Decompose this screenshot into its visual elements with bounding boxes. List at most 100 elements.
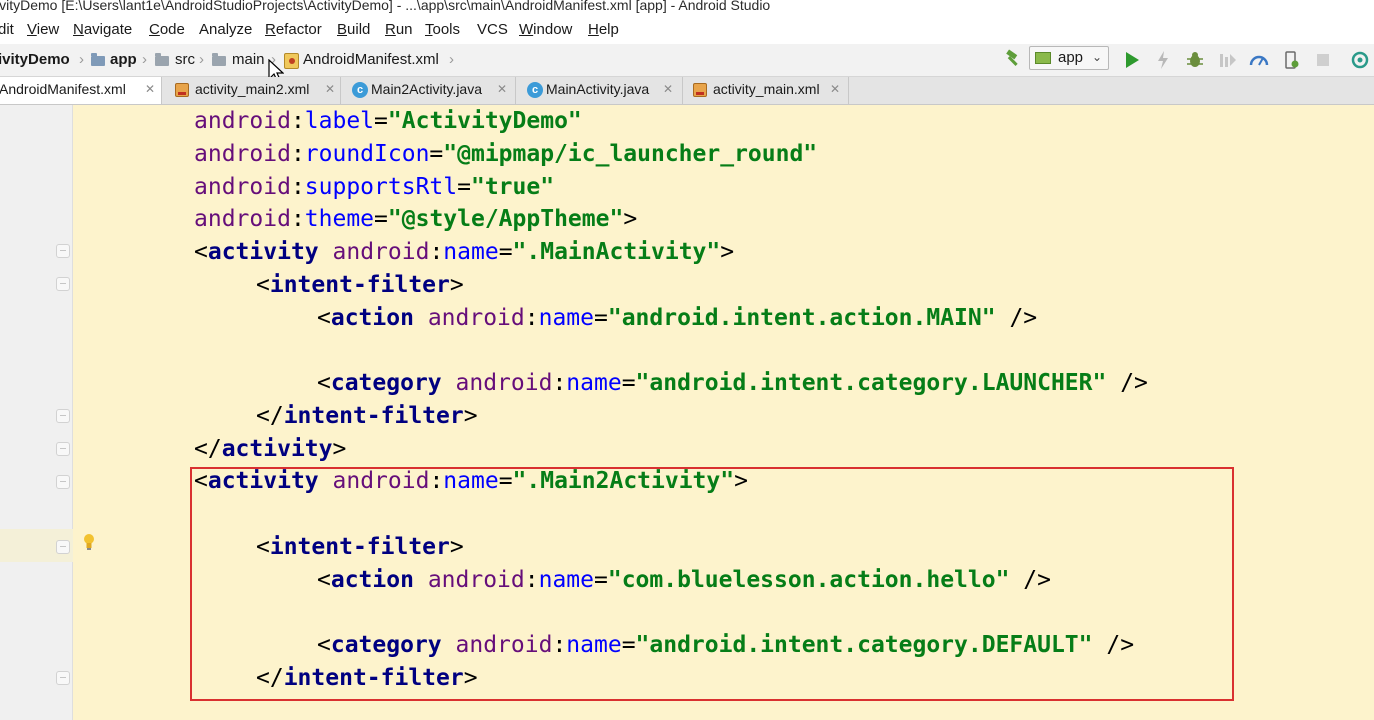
code-token: = <box>621 370 636 396</box>
code-token: < <box>256 272 270 298</box>
tab-label: activity_main.xml <box>713 81 820 97</box>
menu-run[interactable]: Run <box>385 21 413 38</box>
code-line: </activity> <box>194 433 346 466</box>
code-line: android:label="ActivityDemo" <box>194 105 582 138</box>
code-token: intent-filter <box>269 272 450 298</box>
coverage-icon[interactable] <box>1217 50 1237 70</box>
code-token: = <box>594 305 608 331</box>
lightbulb-icon[interactable] <box>82 533 96 551</box>
chevron-down-icon: ⌄ <box>1091 50 1102 64</box>
code-token: < <box>317 370 331 396</box>
menu-window[interactable]: Window <box>519 21 572 38</box>
sync-icon[interactable] <box>1350 50 1370 70</box>
code-line: <category android:name="android.intent.c… <box>317 367 1148 400</box>
code-token: "@mipmap/ic_launcher_round" <box>443 141 818 167</box>
code-line: <activity android:name=".MainActivity"> <box>194 236 734 269</box>
menu-vcs[interactable]: VCS <box>477 21 508 38</box>
menu-analyze[interactable]: Analyze <box>199 21 252 38</box>
tab-androidmanifest[interactable]: AndroidManifest.xml ✕ <box>0 77 162 104</box>
breadcrumb-src[interactable]: src <box>175 51 195 68</box>
close-icon[interactable]: ✕ <box>325 82 335 96</box>
menu-build[interactable]: Build <box>337 21 370 38</box>
code-token: label <box>304 108 375 134</box>
menu-navigate[interactable]: Navigate <box>73 21 132 38</box>
code-editor[interactable]: android:label="ActivityDemo" android:rou… <box>0 105 1374 720</box>
java-class-icon: c <box>527 82 543 98</box>
hammer-icon[interactable] <box>1003 49 1023 69</box>
close-icon[interactable]: ✕ <box>663 82 673 96</box>
code-token: android <box>427 305 525 331</box>
code-token: "@style/AppTheme" <box>387 206 624 232</box>
code-token: "true" <box>470 174 555 200</box>
close-icon[interactable]: ✕ <box>145 82 155 96</box>
run-icon[interactable] <box>1122 50 1142 70</box>
code-line: <action android:name="android.intent.act… <box>317 302 1037 335</box>
menu-refactor[interactable]: Refactor <box>265 21 322 38</box>
stop-icon[interactable] <box>1313 50 1333 70</box>
src-folder-icon <box>155 53 169 66</box>
breadcrumb-module[interactable]: app <box>110 51 137 68</box>
code-token: "android.intent.category.LAUNCHER" <box>635 370 1107 396</box>
fold-marker[interactable] <box>56 475 70 489</box>
fold-marker[interactable] <box>56 442 70 456</box>
code-token: activity <box>221 436 333 462</box>
fold-marker[interactable] <box>56 409 70 423</box>
breadcrumb-project[interactable]: ivityDemo <box>0 51 70 68</box>
code-token: "ActivityDemo" <box>387 108 582 134</box>
code-token: </ <box>256 403 284 429</box>
menu-code[interactable]: Code <box>149 21 185 38</box>
breadcrumb-main[interactable]: main <box>232 51 265 68</box>
code-token: = <box>457 174 471 200</box>
code-token: activity <box>207 239 319 265</box>
code-token: supportsRtl <box>304 174 458 200</box>
profile-icon[interactable] <box>1249 50 1269 70</box>
run-configuration-select[interactable]: app ⌄ <box>1029 46 1109 70</box>
editor-tab-bar: AndroidManifest.xml ✕ activity_main2.xml… <box>0 77 1374 105</box>
code-token: action <box>330 305 414 331</box>
android-studio-window: ivityDemo [E:\Users\lant1e\AndroidStudio… <box>0 0 1374 720</box>
attach-debugger-icon[interactable] <box>1281 50 1301 70</box>
code-token: name <box>566 370 622 396</box>
code-token: : <box>552 370 567 396</box>
code-token: = <box>498 239 513 265</box>
menu-edit[interactable]: dit <box>0 21 14 38</box>
code-token: = <box>374 108 388 134</box>
tab-main2activity-java[interactable]: c Main2Activity.java ✕ <box>341 77 516 104</box>
menu-tools[interactable]: Tools <box>425 21 460 38</box>
menu-view[interactable]: View <box>27 21 59 38</box>
code-token: : <box>290 141 305 167</box>
tab-activity-main2-xml[interactable]: activity_main2.xml ✕ <box>162 77 341 104</box>
code-token: > <box>720 239 735 265</box>
code-token: android <box>194 108 291 134</box>
fold-marker[interactable] <box>56 244 70 258</box>
code-token: ".MainActivity" <box>512 239 721 265</box>
tab-label: activity_main2.xml <box>195 81 310 97</box>
xml-file-icon <box>175 83 189 97</box>
tab-activity-main-xml[interactable]: activity_main.xml ✕ <box>683 77 849 104</box>
menu-help[interactable]: Help <box>588 21 619 38</box>
breadcrumb-file[interactable]: AndroidManifest.xml <box>303 51 439 68</box>
close-icon[interactable]: ✕ <box>830 82 840 96</box>
code-token: : <box>290 206 305 232</box>
run-configuration-label: app <box>1058 49 1084 66</box>
xml-file-icon <box>693 83 707 97</box>
code-line: android:roundIcon="@mipmap/ic_launcher_r… <box>194 138 817 171</box>
fold-marker[interactable] <box>56 671 70 685</box>
code-token: > <box>449 272 464 298</box>
code-token: : <box>429 239 444 265</box>
title-bar: ivityDemo [E:\Users\lant1e\AndroidStudio… <box>0 0 1374 16</box>
tab-mainactivity-java[interactable]: c MainActivity.java ✕ <box>516 77 683 104</box>
code-token: </ <box>194 436 222 462</box>
code-token: : <box>290 174 305 200</box>
main-folder-icon <box>212 53 226 66</box>
debug-icon[interactable] <box>1185 50 1205 70</box>
apply-changes-icon[interactable] <box>1153 50 1173 70</box>
code-line: android:supportsRtl="true" <box>194 171 554 204</box>
tab-label: Main2Activity.java <box>371 81 483 97</box>
close-icon[interactable]: ✕ <box>497 82 507 96</box>
fold-marker[interactable] <box>56 277 70 291</box>
module-folder-icon <box>91 53 105 66</box>
fold-marker[interactable] <box>56 540 70 554</box>
code-token: < <box>194 239 208 265</box>
